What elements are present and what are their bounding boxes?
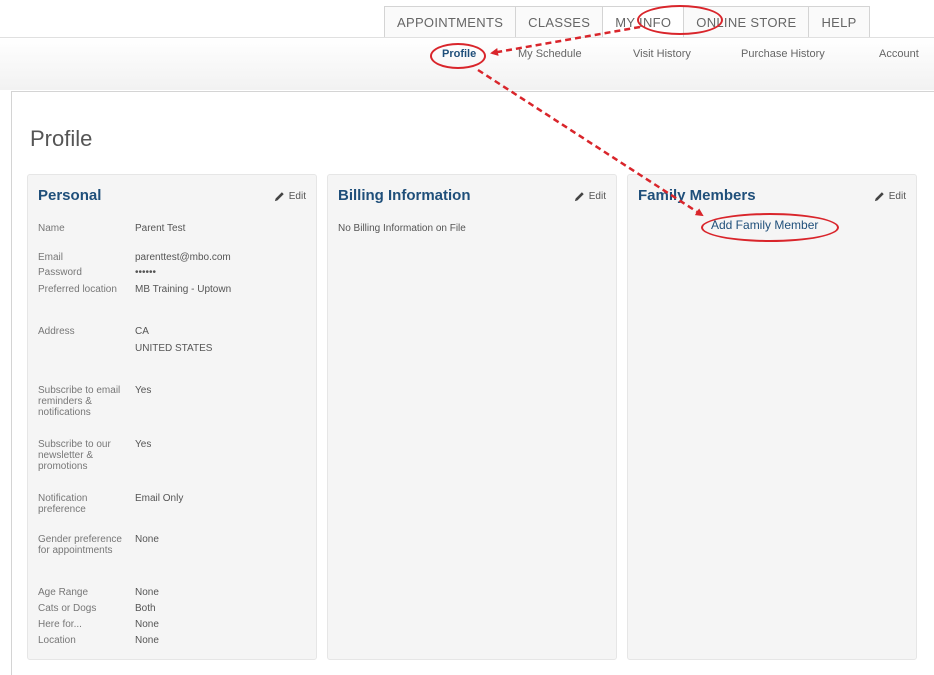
field-value-line: parenttest@mbo.com: [135, 252, 231, 263]
personal-panel: Personal Edit Name Parent Test Email par…: [27, 174, 317, 660]
field-value-line: None: [135, 587, 159, 598]
field-label: Here for...: [38, 619, 82, 630]
field-value: Both: [135, 603, 305, 620]
subnav-profile[interactable]: Profile: [442, 48, 476, 60]
app-root: APPOINTMENTS CLASSES MY INFO ONLINE STOR…: [0, 0, 934, 675]
field-label: Subscribe to our newsletter & promotions: [38, 439, 111, 472]
tab-online-store[interactable]: ONLINE STORE: [683, 6, 810, 38]
tab-label: CLASSES: [528, 15, 591, 30]
personal-title: Personal: [38, 187, 102, 204]
tab-label: ONLINE STORE: [696, 15, 797, 30]
edit-label: Edit: [888, 191, 906, 202]
family-title: Family Members: [638, 187, 756, 204]
tab-classes[interactable]: CLASSES: [515, 6, 604, 38]
field-label: Location: [38, 635, 76, 646]
tab-appointments[interactable]: APPOINTMENTS: [384, 6, 517, 38]
field-value-line: None: [135, 619, 159, 630]
subnav-account[interactable]: Account: [879, 48, 919, 60]
field-value: CA UNITED STATES: [135, 326, 305, 360]
field-value-line: CA: [135, 326, 149, 337]
field-value: None: [135, 534, 305, 551]
field-label: Password: [38, 267, 82, 278]
tab-label: MY INFO: [615, 15, 672, 30]
tab-my-info[interactable]: MY INFO: [602, 6, 685, 38]
field-value: None: [135, 619, 305, 636]
billing-title: Billing Information: [338, 187, 471, 204]
field-value: Yes: [135, 439, 305, 456]
field-value: None: [135, 635, 305, 652]
field-value-line: MB Training - Uptown: [135, 284, 232, 295]
field-value-line: ••••••: [135, 267, 157, 278]
subnav-purchase-history[interactable]: Purchase History: [741, 48, 825, 60]
field-label: Cats or Dogs: [38, 603, 97, 614]
field-value-line: Email Only: [135, 493, 184, 504]
tab-label: APPOINTMENTS: [397, 15, 504, 30]
field-label: Address: [38, 326, 75, 337]
subnav-my-schedule[interactable]: My Schedule: [518, 48, 582, 60]
subnav-visit-history[interactable]: Visit History: [633, 48, 691, 60]
pencil-icon: [274, 192, 284, 202]
field-value: Yes: [135, 385, 305, 402]
tab-label: HELP: [821, 15, 857, 30]
field-value-line: Yes: [135, 439, 152, 450]
field-label: Name: [38, 223, 65, 234]
field-value-line: UNITED STATES: [135, 343, 213, 354]
pencil-icon: [574, 192, 584, 202]
field-value-line: None: [135, 534, 159, 545]
field-value: Parent Test: [135, 223, 305, 240]
page-title: Profile: [30, 126, 93, 151]
field-label: Age Range: [38, 587, 89, 598]
billing-edit-button[interactable]: Edit: [574, 191, 606, 202]
personal-edit-button[interactable]: Edit: [274, 191, 306, 202]
top-nav-tabs: APPOINTMENTS CLASSES MY INFO ONLINE STOR…: [384, 6, 870, 38]
field-value-line: None: [135, 635, 159, 646]
field-label: Notification preference: [38, 493, 88, 515]
sub-nav: Profile My Schedule Visit History Purcha…: [0, 48, 934, 66]
billing-panel: Billing Information Edit No Billing Info…: [327, 174, 617, 660]
family-edit-button[interactable]: Edit: [874, 191, 906, 202]
pencil-icon: [874, 192, 884, 202]
tab-help[interactable]: HELP: [808, 6, 870, 38]
add-family-member-link[interactable]: Add Family Member: [711, 218, 818, 232]
field-label: Gender preference for appointments: [38, 534, 122, 556]
field-value-line: Parent Test: [135, 223, 186, 234]
field-value-line: Both: [135, 603, 156, 614]
field-value: Email Only: [135, 493, 305, 510]
field-value-line: Yes: [135, 385, 152, 396]
field-label: Preferred location: [38, 284, 117, 295]
edit-label: Edit: [288, 191, 306, 202]
family-panel: Family Members Edit: [627, 174, 917, 660]
field-label: Email: [38, 252, 64, 263]
field-value: None: [135, 587, 305, 604]
edit-label: Edit: [588, 191, 606, 202]
field-value: MB Training - Uptown: [135, 284, 305, 301]
field-label: Subscribe to email reminders & notificat…: [38, 385, 121, 418]
billing-empty-text: No Billing Information on File: [338, 223, 466, 234]
field-value: ••••••: [135, 267, 305, 284]
